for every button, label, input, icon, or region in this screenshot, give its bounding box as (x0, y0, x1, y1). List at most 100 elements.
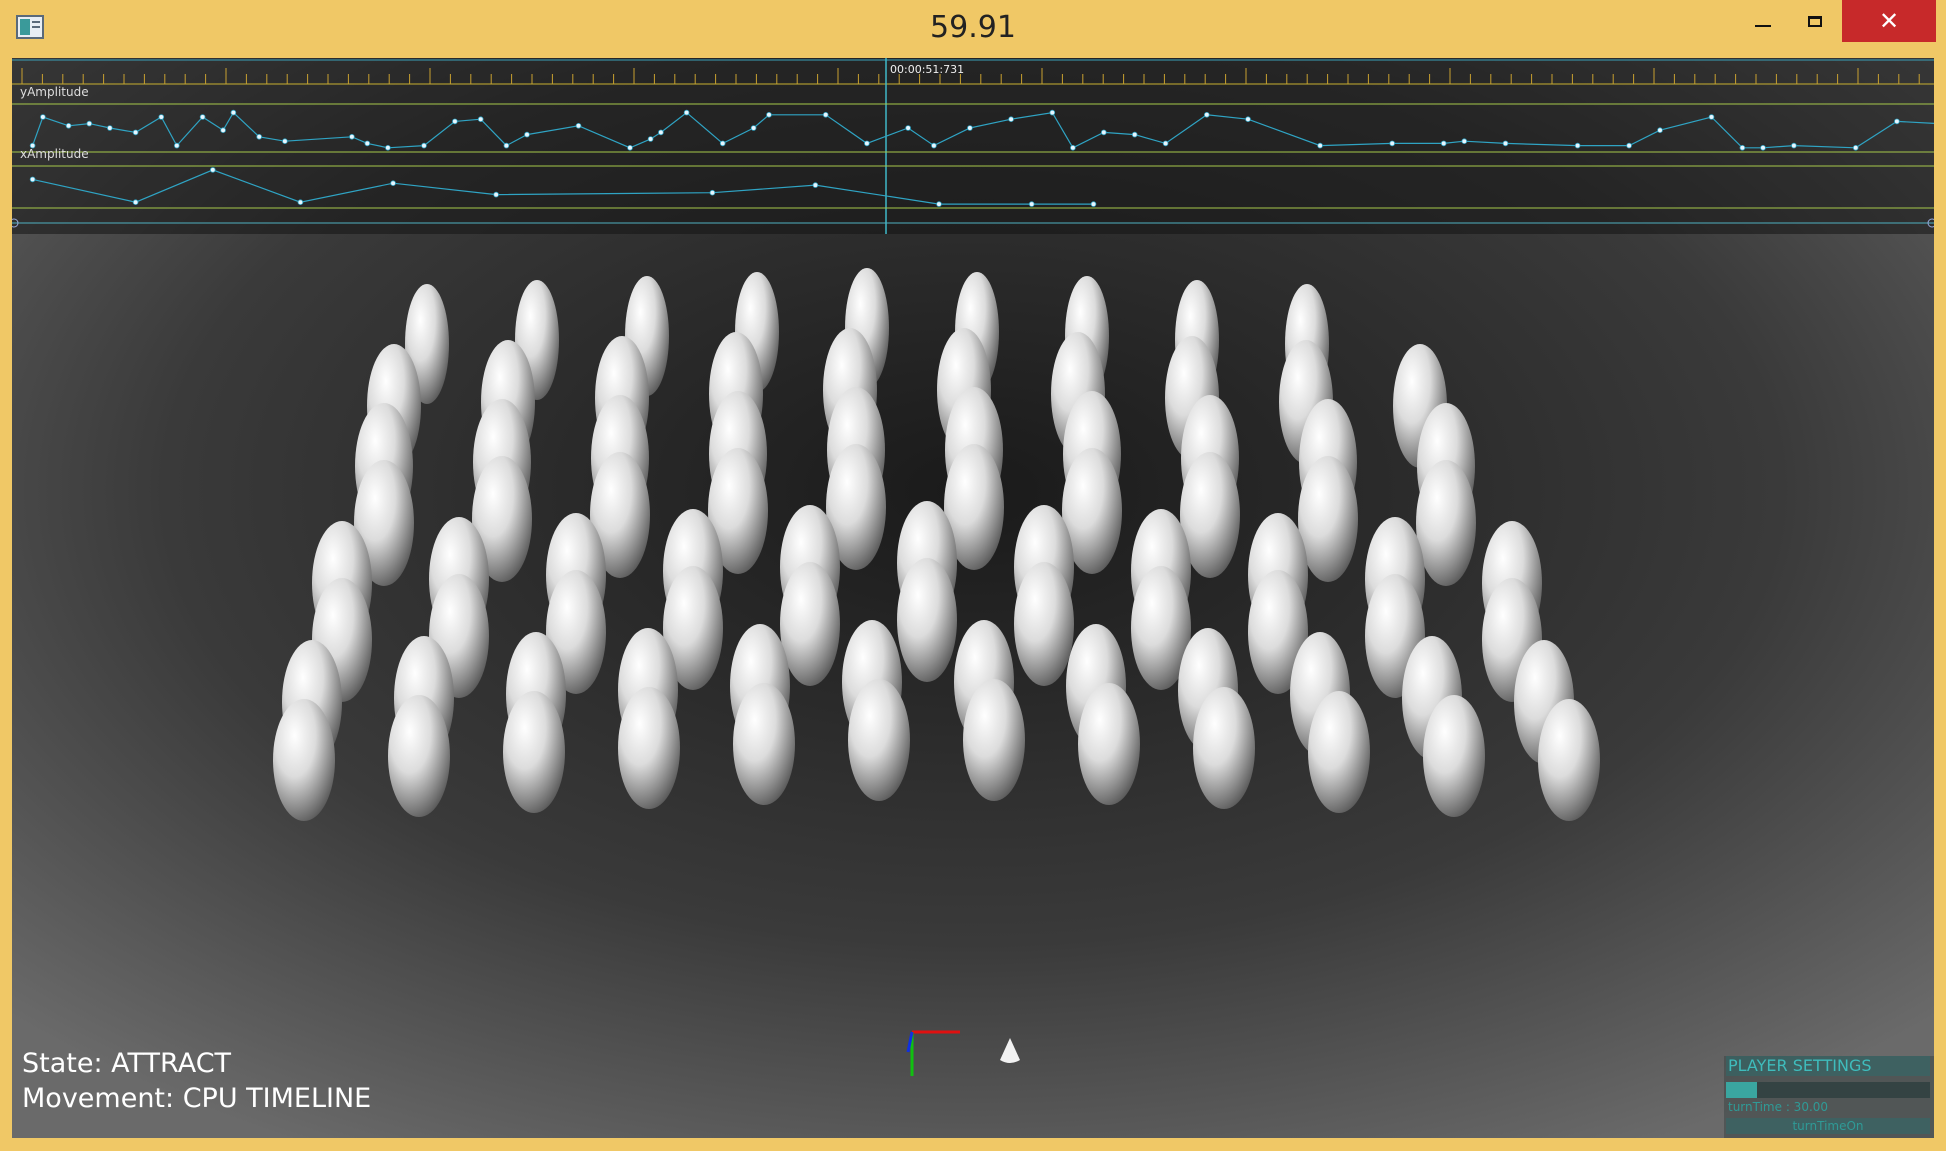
keyframe-point[interactable] (297, 199, 304, 206)
egg-shape (618, 687, 680, 809)
track-curve (32, 111, 1934, 149)
keyframe-point[interactable] (29, 176, 36, 183)
keyframe-point[interactable] (905, 125, 911, 131)
keyframe-point[interactable] (1070, 145, 1076, 151)
keyframe-point[interactable] (683, 109, 690, 116)
turn-time-slider-fill (1726, 1082, 1757, 1098)
movement-label: Movement: CPU TIMELINE (22, 1083, 372, 1114)
track-curve (32, 169, 1094, 205)
keyframe-point[interactable] (452, 118, 458, 125)
keyframe-point[interactable] (132, 199, 139, 206)
keyframe-point[interactable] (1317, 142, 1323, 149)
keyframe-point[interactable] (493, 191, 499, 198)
keyframe-point[interactable] (967, 125, 973, 131)
keyframe-point[interactable] (1162, 140, 1169, 147)
keyframe-point[interactable] (864, 140, 870, 147)
keyframe-point[interactable] (658, 129, 664, 136)
keyframe-point[interactable] (1204, 111, 1210, 118)
close-icon: ✕ (1878, 7, 1900, 35)
keyframe-point[interactable] (1760, 145, 1766, 151)
egg-shape (780, 562, 840, 686)
keyframe-point[interactable] (174, 142, 180, 149)
close-button[interactable]: ✕ (1842, 0, 1936, 42)
keyframe-point[interactable] (575, 123, 582, 129)
keyframe-point[interactable] (1791, 142, 1797, 149)
egg-shape (1538, 699, 1600, 821)
keyframe-point[interactable] (40, 114, 46, 120)
keyframe-point[interactable] (390, 180, 396, 186)
keyframe-point[interactable] (210, 167, 216, 173)
player-settings-title[interactable]: PLAYER SETTINGS (1726, 1056, 1930, 1076)
keyframe-point[interactable] (1657, 127, 1663, 133)
keyframe-point[interactable] (1101, 129, 1107, 136)
track-label-x: xAmplitude (20, 147, 89, 161)
keyframe-point[interactable] (1739, 145, 1746, 151)
window-titlebar[interactable]: 59.91 ✕ (0, 0, 1946, 58)
keyframe-point[interactable] (230, 109, 237, 116)
keyframe-point[interactable] (1852, 145, 1859, 151)
keyframe-point[interactable] (65, 123, 72, 129)
keyframe-point[interactable] (349, 134, 355, 140)
keyframe-point[interactable] (107, 125, 113, 131)
egg-shape (273, 699, 335, 821)
keyframe-point[interactable] (936, 201, 942, 207)
keyframe-point[interactable] (1049, 109, 1056, 116)
egg-shape (897, 558, 957, 682)
keyframe-point[interactable] (220, 127, 226, 133)
timeline-zoom-bar[interactable] (12, 218, 1934, 228)
track-yamplitude[interactable] (12, 103, 1934, 153)
keyframe-point[interactable] (1626, 142, 1632, 149)
turn-time-slider[interactable] (1726, 1082, 1930, 1098)
maximize-button[interactable] (1786, 0, 1844, 42)
maximize-icon (1808, 15, 1822, 27)
keyframe-point[interactable] (282, 138, 288, 144)
player-settings-panel[interactable]: PLAYER SETTINGS turnTime : 30.00 turnTim… (1724, 1056, 1934, 1138)
keyframe-point[interactable] (627, 145, 633, 151)
keyframe-point[interactable] (1440, 140, 1447, 147)
keyframe-point[interactable] (709, 189, 716, 196)
keyframe-point[interactable] (421, 142, 427, 149)
minimize-icon (1755, 25, 1771, 27)
keyframe-point[interactable] (524, 131, 530, 138)
keyframe-point[interactable] (158, 114, 165, 120)
keyframe-point[interactable] (86, 120, 93, 127)
minimize-button[interactable] (1734, 0, 1792, 42)
keyframe-point[interactable] (1574, 142, 1581, 149)
keyframe-point[interactable] (385, 145, 391, 151)
keyframe-point[interactable] (1090, 201, 1097, 207)
keyframe-point[interactable] (199, 114, 206, 120)
timeline-ruler[interactable] (12, 59, 1934, 85)
keyframe-point[interactable] (1461, 138, 1468, 144)
egg-shape (388, 695, 450, 817)
keyframe-point[interactable] (719, 140, 726, 147)
keyframe-point[interactable] (766, 111, 772, 118)
keyframe-point[interactable] (364, 140, 371, 147)
keyframe-point[interactable] (256, 134, 263, 140)
keyframe-point[interactable] (812, 182, 819, 188)
app-viewport[interactable]: 00:00:51:731 yAmplitude xAmplitude State… (12, 58, 1934, 1138)
egg-shape (1014, 562, 1074, 686)
keyframe-point[interactable] (822, 111, 829, 118)
keyframe-point[interactable] (1389, 140, 1395, 147)
keyframe-point[interactable] (1894, 118, 1900, 125)
keyframe-point[interactable] (647, 136, 654, 142)
turn-time-toggle[interactable]: turnTimeOn (1726, 1118, 1930, 1134)
keyframe-point[interactable] (1502, 140, 1509, 147)
egg-shape (1308, 691, 1370, 813)
keyframe-point[interactable] (1008, 116, 1014, 122)
egg-shape (503, 691, 565, 813)
keyframe-point[interactable] (1028, 201, 1035, 207)
keyframe-point[interactable] (750, 125, 757, 131)
keyframe-point[interactable] (931, 142, 937, 149)
timeline-panel[interactable]: 00:00:51:731 yAmplitude xAmplitude (12, 58, 1934, 234)
keyframe-point[interactable] (503, 142, 510, 149)
keyframe-point[interactable] (132, 129, 139, 136)
keyframe-point[interactable] (477, 116, 484, 122)
egg-shape (1416, 460, 1476, 586)
state-label: State: ATTRACT (22, 1048, 232, 1079)
keyframe-point[interactable] (1131, 131, 1138, 138)
keyframe-point[interactable] (1245, 116, 1251, 122)
track-xamplitude[interactable] (12, 165, 1934, 209)
playhead-time: 00:00:51:731 (890, 63, 964, 76)
keyframe-point[interactable] (1708, 114, 1715, 120)
